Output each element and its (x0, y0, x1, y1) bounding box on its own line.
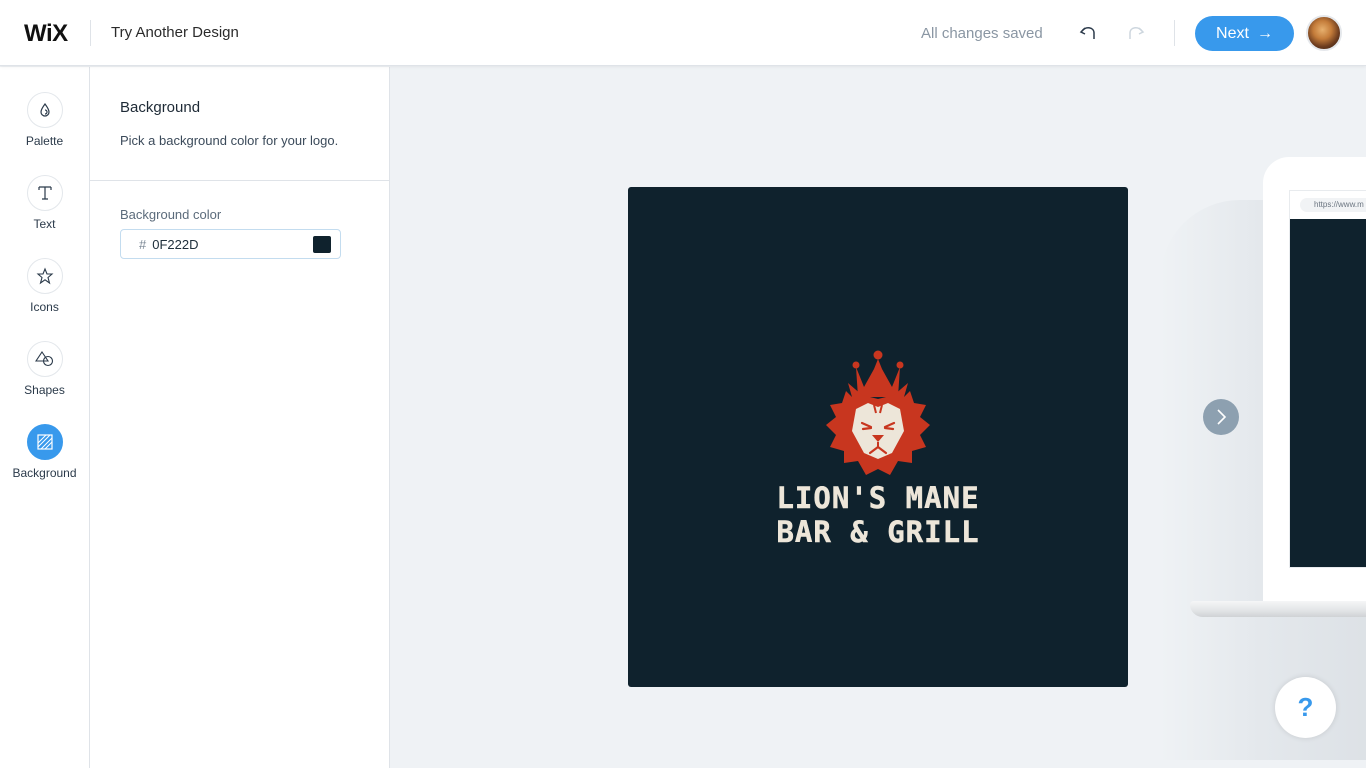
background-color-field[interactable]: # (120, 229, 341, 259)
laptop-mockup: https://www.m (1263, 157, 1366, 602)
help-icon: ? (1297, 692, 1314, 722)
text-icon-circle (26, 175, 63, 211)
redo-icon (1129, 27, 1145, 39)
background-color-label: Background color (120, 207, 222, 222)
palette-icon-circle (26, 92, 63, 128)
color-swatch[interactable] (313, 236, 331, 253)
divider (90, 20, 91, 46)
sidebar-item-label: Palette (25, 134, 64, 148)
wix-logo[interactable]: WiX (24, 20, 68, 48)
shapes-icon-circle (26, 341, 63, 377)
avatar[interactable] (1306, 15, 1342, 51)
sidebar-item-shapes[interactable]: Shapes (0, 341, 89, 397)
next-button[interactable]: Next → (1195, 16, 1294, 51)
undo-icon (1079, 27, 1095, 39)
sidebar-item-icons[interactable]: Icons (0, 258, 89, 314)
divider (1174, 20, 1175, 46)
top-bar: WiX Try Another Design All changes saved… (0, 0, 1366, 66)
redo-button[interactable] (1123, 21, 1147, 45)
logo-line-2: BAR & GRILL (776, 515, 980, 550)
sidebar-item-label: Icons (30, 300, 59, 314)
browser-frame: https://www.m (1289, 190, 1366, 568)
panel-title: Background (120, 99, 201, 116)
undo-button[interactable] (1077, 21, 1101, 45)
divider (90, 180, 389, 181)
drop-icon (39, 102, 50, 117)
sidebar-item-label: Shapes (24, 383, 65, 397)
sidebar-item-background[interactable]: Background (0, 424, 89, 480)
save-status: All changes saved (921, 25, 1043, 42)
panel-subtitle: Pick a background color for your logo. (120, 133, 339, 148)
text-T-icon (37, 186, 52, 200)
star-icon (36, 267, 53, 285)
color-hex-input[interactable] (152, 236, 303, 252)
sidebar-item-text[interactable]: Text (0, 175, 89, 231)
background-hatch-icon (36, 434, 53, 450)
mockup-screen (1290, 219, 1366, 567)
chevron-right-icon (1217, 409, 1227, 425)
logo-line-1: LION'S MANE (776, 481, 980, 516)
laptop-base (1190, 601, 1366, 617)
background-panel: Background Pick a background color for y… (90, 67, 390, 768)
arrow-right-icon: → (1256, 24, 1273, 42)
sidebar-item-label: Text (33, 217, 56, 231)
sidebar-item-palette[interactable]: Palette (0, 92, 89, 148)
lion-crown-icon (826, 350, 930, 475)
help-button[interactable]: ? (1275, 677, 1336, 738)
hash-prefix: # (139, 236, 147, 252)
url-bar: https://www.m (1300, 198, 1366, 212)
shapes-icon (34, 351, 53, 367)
sidebar-item-label: Background (12, 466, 77, 480)
background-icon-circle (26, 424, 63, 460)
tool-sidebar: Palette Text Icons Shapes Background (0, 67, 90, 768)
next-label: Next (1216, 24, 1249, 42)
page-title: Try Another Design (111, 24, 239, 41)
logo-canvas[interactable]: LION'S MANE BAR & GRILL (628, 187, 1128, 687)
next-preview-button[interactable] (1203, 399, 1239, 435)
icons-icon-circle (26, 258, 63, 294)
